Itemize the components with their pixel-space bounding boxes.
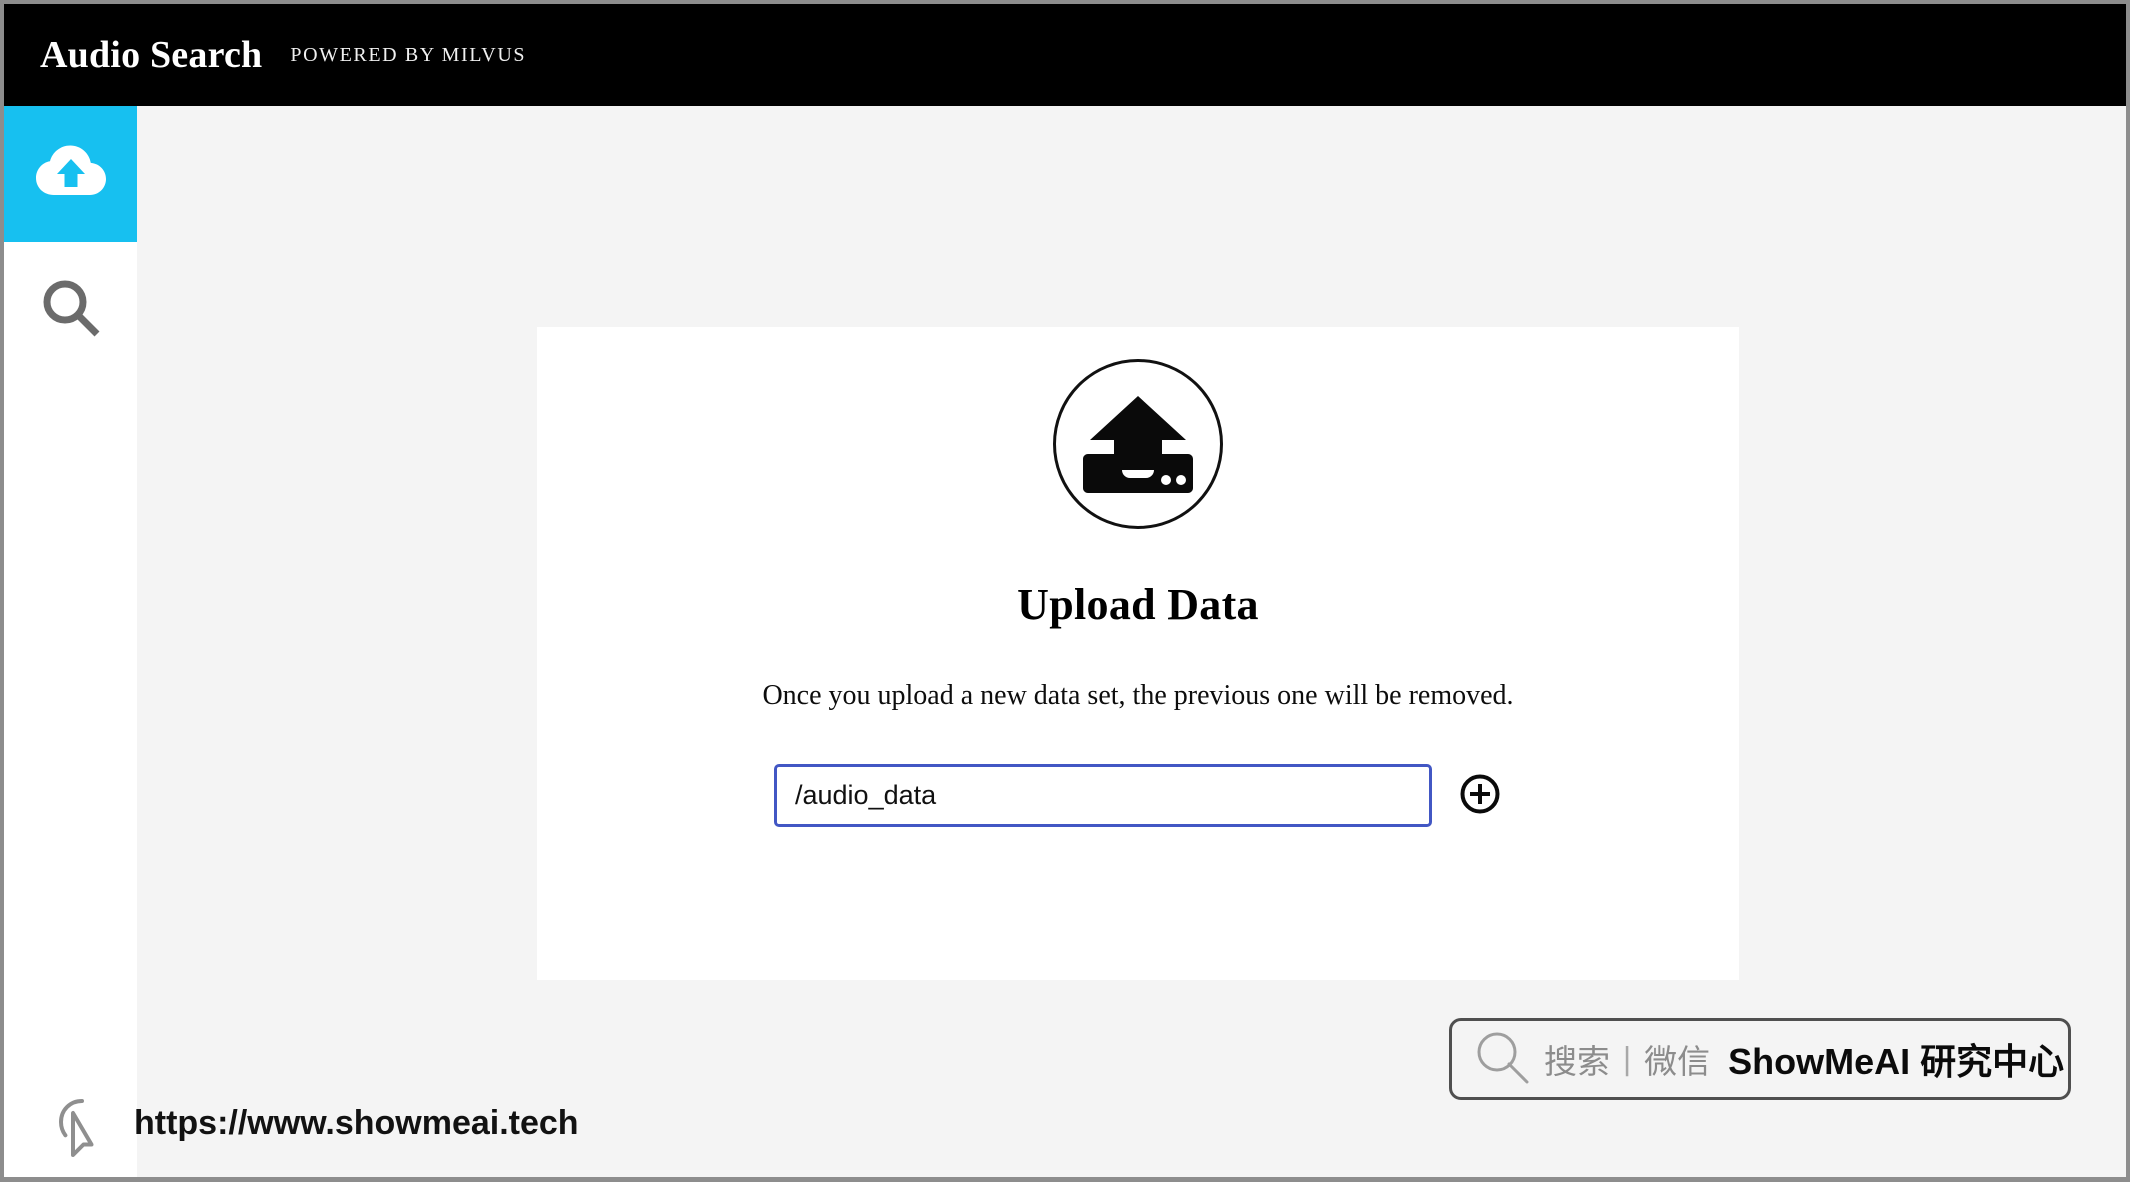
- app-window: Audio Search POWERED BY MILVUS Upload Da…: [0, 0, 2130, 1182]
- data-path-input[interactable]: [774, 764, 1432, 827]
- watermark-badge: 搜索 | 微信 ShowMeAI 研究中心: [1449, 1018, 2071, 1100]
- watermark-brand: ShowMeAI 研究中心: [1728, 1041, 2065, 1082]
- search-icon: [40, 277, 102, 344]
- upload-tray-icon: [1053, 359, 1223, 529]
- main-content: Upload Data Once you upload a new data s…: [137, 106, 2126, 1177]
- card-title: Upload Data: [1017, 580, 1259, 629]
- upload-data-card: Upload Data Once you upload a new data s…: [537, 327, 1739, 980]
- sidebar-item-search[interactable]: [4, 242, 137, 378]
- watermark-divider: |: [1622, 1041, 1633, 1077]
- add-path-button[interactable]: [1458, 774, 1502, 818]
- app-header: Audio Search POWERED BY MILVUS: [4, 4, 2126, 106]
- app-subtitle: POWERED BY MILVUS: [290, 43, 527, 66]
- circle-plus-icon: [1459, 773, 1501, 818]
- pointer-cursor-icon: [56, 1097, 110, 1164]
- watermark-channel-label: 微信: [1644, 1042, 1711, 1081]
- footer-url: https://www.showmeai.tech: [134, 1104, 579, 1142]
- search-icon: [1474, 1029, 1530, 1090]
- cloud-upload-icon: [35, 145, 107, 204]
- path-input-row: [537, 764, 1739, 827]
- watermark-search-label: 搜索: [1544, 1042, 1610, 1081]
- card-description: Once you upload a new data set, the prev…: [762, 680, 1514, 711]
- sidebar-item-upload[interactable]: [4, 106, 137, 242]
- page-title: Audio Search: [40, 34, 263, 76]
- sidebar: [4, 106, 137, 1177]
